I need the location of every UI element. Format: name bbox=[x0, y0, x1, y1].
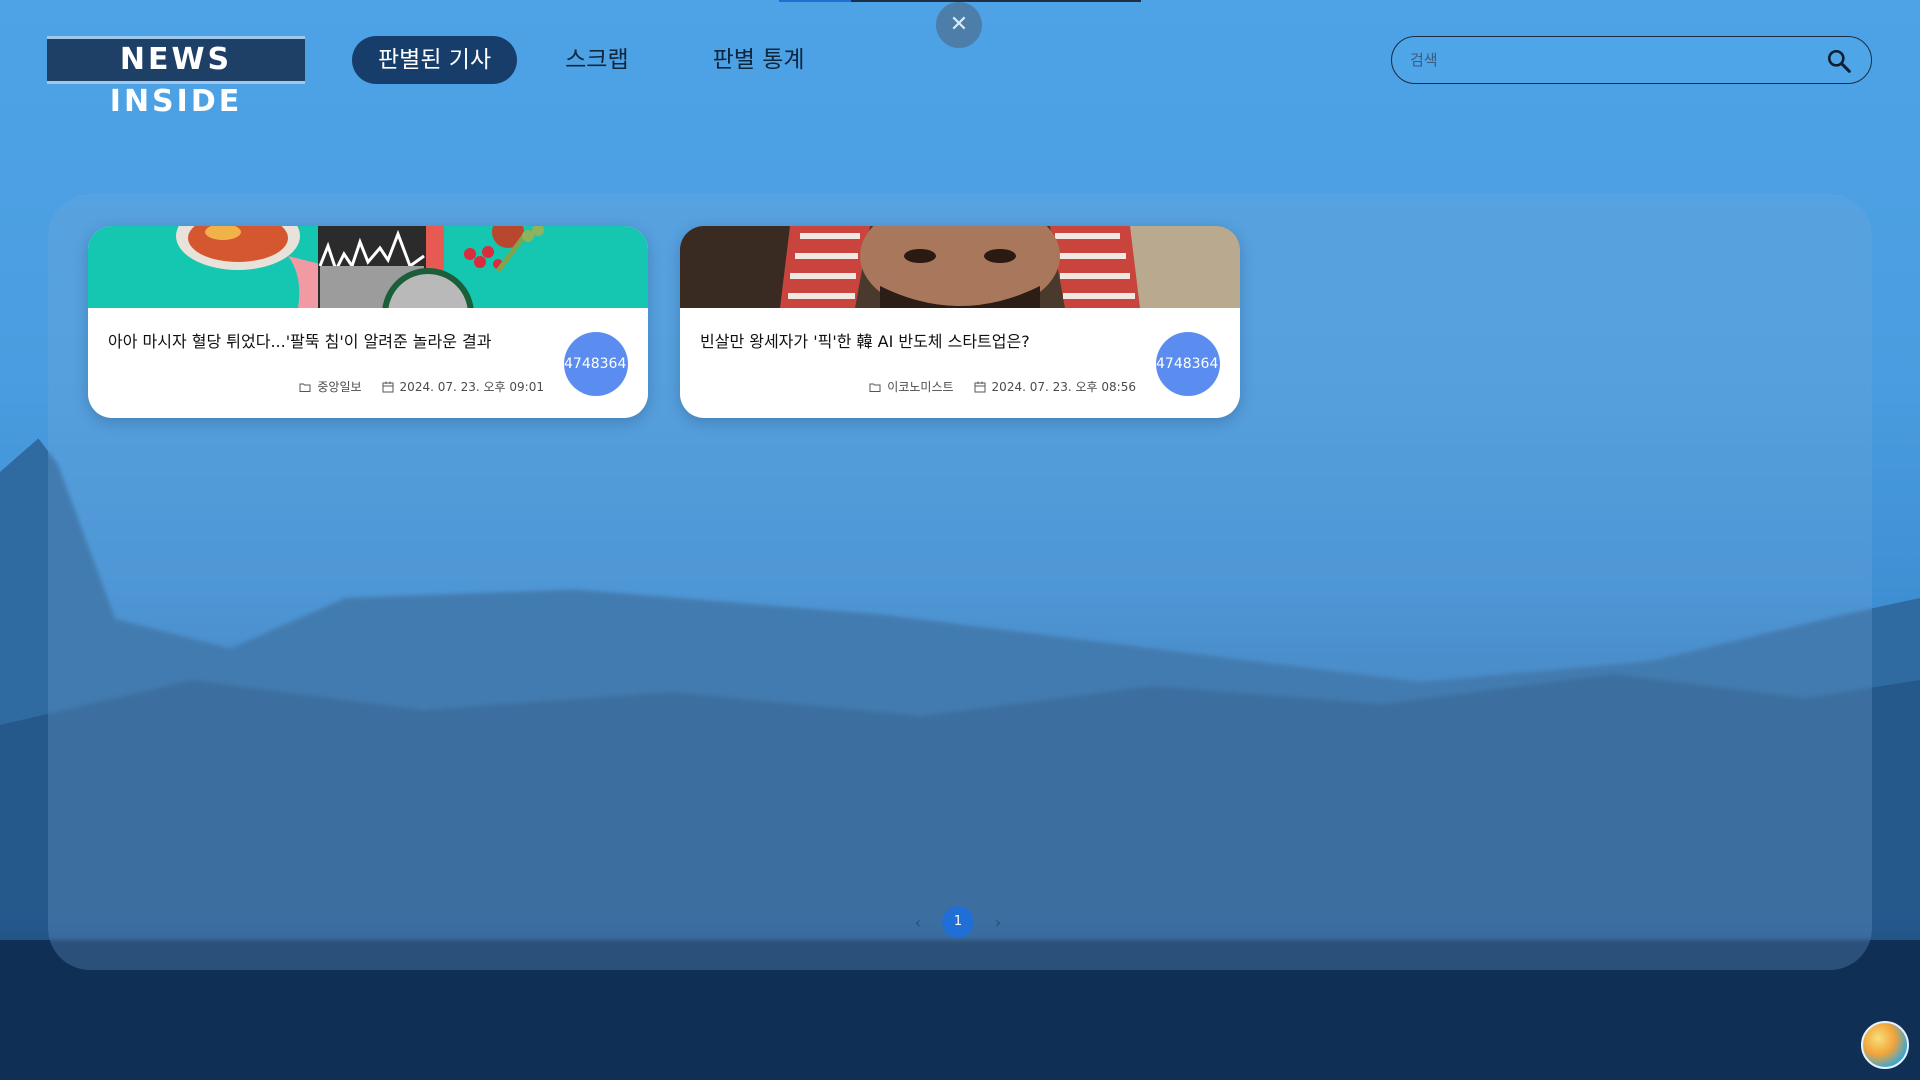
article-score-badge: 47483647 bbox=[564, 332, 628, 396]
calendar-icon bbox=[974, 381, 986, 392]
article-meta: 중앙일보 2024. 07. 23. 오후 09:01 bbox=[299, 378, 544, 395]
article-card[interactable]: 아아 마시자 혈당 튀었다...'팔뚝 침'이 알려준 놀라운 결과 중앙일보 … bbox=[88, 226, 648, 418]
main-nav: 판별된 기사 스크랩 판별 통계 bbox=[352, 36, 831, 84]
article-date: 2024. 07. 23. 오후 09:01 bbox=[382, 378, 544, 395]
article-thumbnail bbox=[680, 226, 1240, 308]
site-logo[interactable]: NEWS INSIDE bbox=[47, 36, 305, 119]
folder-icon bbox=[869, 383, 881, 392]
article-title[interactable]: 빈살만 왕세자가 '픽'한 韓 AI 반도체 스타트업은? bbox=[700, 328, 1140, 352]
theme-icon[interactable] bbox=[1861, 1021, 1909, 1069]
folder-icon bbox=[299, 383, 311, 392]
article-datetime: 2024. 07. 23. 오후 09:01 bbox=[399, 380, 544, 394]
next-page-button[interactable]: › bbox=[988, 913, 1008, 932]
article-source-name: 중앙일보 bbox=[317, 380, 362, 394]
nav-tab-judged-articles[interactable]: 판별된 기사 bbox=[352, 36, 518, 84]
article-thumbnail bbox=[88, 226, 648, 308]
close-button[interactable]: ✕ bbox=[936, 2, 982, 48]
article-source: 이코노미스트 bbox=[869, 378, 954, 395]
search-box bbox=[1391, 36, 1872, 84]
article-meta: 이코노미스트 2024. 07. 23. 오후 08:56 bbox=[869, 378, 1136, 395]
article-date: 2024. 07. 23. 오후 08:56 bbox=[974, 378, 1136, 395]
nav-tab-scrap[interactable]: 스크랩 bbox=[539, 36, 654, 84]
article-title[interactable]: 아아 마시자 혈당 튀었다...'팔뚝 침'이 알려준 놀라운 결과 bbox=[108, 328, 548, 352]
calendar-icon bbox=[382, 381, 394, 392]
prev-page-button[interactable]: ‹ bbox=[908, 913, 928, 932]
search-input[interactable] bbox=[1410, 37, 1810, 82]
loading-bar-fill bbox=[779, 0, 851, 2]
nav-tab-statistics[interactable]: 판별 통계 bbox=[687, 36, 831, 84]
article-source: 중앙일보 bbox=[299, 378, 362, 395]
search-icon[interactable] bbox=[1826, 48, 1852, 74]
article-datetime: 2024. 07. 23. 오후 08:56 bbox=[991, 380, 1136, 394]
pagination: ‹ 1 › bbox=[908, 906, 1008, 938]
article-source-name: 이코노미스트 bbox=[887, 380, 954, 394]
article-score-badge: 47483647 bbox=[1156, 332, 1220, 396]
article-card[interactable]: 빈살만 왕세자가 '픽'한 韓 AI 반도체 스타트업은? 이코노미스트 202… bbox=[680, 226, 1240, 418]
page-number-current[interactable]: 1 bbox=[942, 906, 974, 938]
